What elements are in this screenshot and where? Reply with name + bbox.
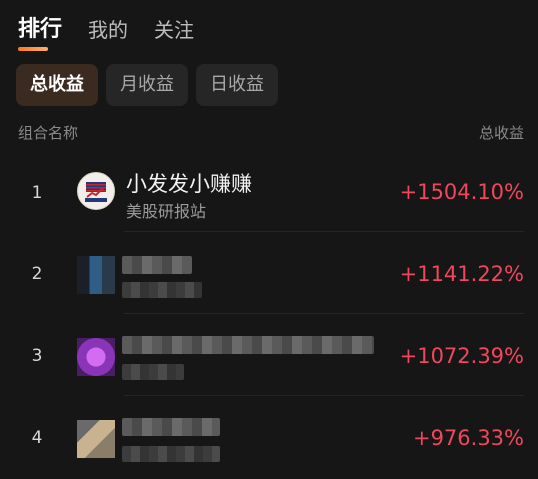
pixelated-subtitle-icon <box>122 446 220 462</box>
logo-icon <box>77 172 115 210</box>
total-return-value: +976.33% <box>412 426 524 450</box>
tab-following[interactable]: 关注 <box>154 12 194 48</box>
pixelated-avatar-icon <box>77 420 115 458</box>
pixelated-subtitle-icon <box>122 282 202 298</box>
row-divider <box>124 313 524 314</box>
tab-ranking[interactable]: 排行 <box>18 12 62 51</box>
total-return-value: +1072.39% <box>399 344 524 368</box>
portfolio-row[interactable]: 2 +1141.22% <box>0 234 538 314</box>
chip-monthly-return[interactable]: 月收益 <box>106 64 188 106</box>
rank-number: 1 <box>31 183 43 203</box>
portfolio-row[interactable]: 3 +1072.39% <box>0 316 538 396</box>
rank-number: 2 <box>31 264 43 284</box>
portfolio-row[interactable]: 4 +976.33% <box>0 398 538 478</box>
pixelated-subtitle-icon <box>122 364 184 380</box>
top-tabs: 排行 我的 关注 <box>18 8 220 51</box>
pixelated-title-icon <box>122 418 220 436</box>
pixelated-title-icon <box>122 256 192 274</box>
rank-number: 4 <box>31 428 43 448</box>
chip-total-return[interactable]: 总收益 <box>16 64 98 106</box>
column-header-return[interactable]: 总收益 <box>479 122 524 143</box>
row-divider <box>124 395 524 396</box>
pixelated-title-icon <box>122 336 374 354</box>
tab-mine[interactable]: 我的 <box>88 12 128 48</box>
portfolio-row[interactable]: 1 小发发小赚赚 美股研报站 +1504.10% <box>0 152 538 232</box>
portfolio-title: 小发发小赚赚 <box>126 172 252 196</box>
row-divider <box>124 231 524 232</box>
column-header-name: 组合名称 <box>18 124 79 142</box>
pixelated-avatar-icon <box>77 338 115 376</box>
rank-number: 3 <box>31 346 43 366</box>
period-selector: 总收益 月收益 日收益 <box>16 64 286 106</box>
pixelated-avatar-icon <box>77 256 115 294</box>
portfolio-author: 美股研报站 <box>126 202 207 221</box>
chip-daily-return[interactable]: 日收益 <box>196 64 278 106</box>
total-return-value: +1504.10% <box>399 180 524 204</box>
total-return-value: +1141.22% <box>399 262 524 286</box>
list-header: 组合名称 总收益 <box>18 122 524 144</box>
